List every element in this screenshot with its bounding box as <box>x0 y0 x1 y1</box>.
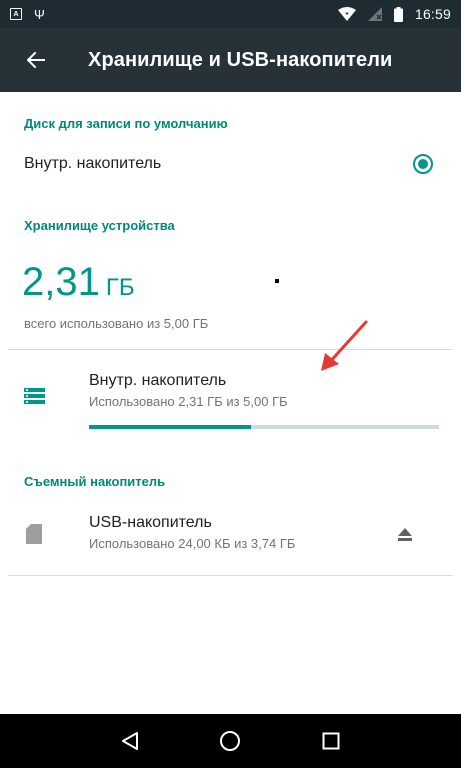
total-used-value: 2,31 <box>22 260 100 304</box>
total-used-caption: всего использовано из 5,00 ГБ <box>24 316 209 331</box>
triangle-back-icon <box>122 732 139 750</box>
total-used-unit: ГБ <box>105 274 135 301</box>
section-header-device-storage: Хранилище устройства <box>24 218 175 233</box>
status-bar-left: A Ψ <box>10 7 45 22</box>
internal-storage-summary: Использовано 2,31 ГБ из 5,00 ГБ <box>89 394 288 409</box>
usb-icon: Ψ <box>34 6 45 22</box>
app-bar: Хранилище и USB-накопители <box>0 28 461 92</box>
circle-home-icon <box>220 731 241 751</box>
nav-home-button[interactable] <box>206 717 254 765</box>
section-header-removable: Съемный накопитель <box>24 474 166 489</box>
stray-dot <box>275 279 279 283</box>
internal-storage-text: Внутр. накопитель Использовано 2,31 ГБ и… <box>89 372 288 409</box>
status-time: 16:59 <box>414 6 451 22</box>
usb-storage-row[interactable]: USB-накопитель Использовано 24,00 КБ из … <box>0 496 461 574</box>
internal-storage-progress <box>89 425 439 429</box>
default-disk-internal-option[interactable]: Внутр. накопитель <box>0 138 461 190</box>
settings-content[interactable]: Диск для записи по умолчанию Внутр. нако… <box>0 92 461 714</box>
divider <box>8 575 453 576</box>
usb-storage-text: USB-накопитель Использовано 24,00 КБ из … <box>89 514 295 551</box>
battery-icon <box>393 6 403 22</box>
notification-icon-letter: A <box>13 10 19 18</box>
status-bar-right: 16:59 <box>337 6 451 22</box>
no-signal-icon <box>367 7 382 21</box>
nav-recents-button[interactable] <box>307 717 355 765</box>
back-button[interactable] <box>0 28 72 92</box>
arrow-back-icon <box>27 52 45 68</box>
nav-back-button[interactable] <box>106 717 154 765</box>
radio-dot <box>418 159 428 169</box>
square-recents-icon <box>322 732 340 750</box>
default-disk-option-label: Внутр. накопитель <box>24 155 162 172</box>
eject-icon <box>398 527 412 541</box>
internal-storage-title: Внутр. накопитель <box>89 372 227 389</box>
usb-storage-title: USB-накопитель <box>89 514 212 531</box>
notification-icon: A <box>10 8 22 20</box>
red-annotation-arrow-icon <box>321 320 368 371</box>
wifi-icon <box>337 7 356 21</box>
page-title: Хранилище и USB-накопители <box>88 48 393 71</box>
internal-storage-progress-fill <box>89 425 251 429</box>
navigation-bar <box>0 714 461 768</box>
storage-list-icon <box>24 388 45 409</box>
radio-selected-icon[interactable] <box>413 154 433 174</box>
section-header-default-disk: Диск для записи по умолчанию <box>24 116 228 131</box>
total-used-display: 2,31 ГБ <box>22 260 135 305</box>
status-bar: A Ψ 16:59 <box>0 0 461 28</box>
usb-storage-summary: Использовано 24,00 КБ из 3,74 ГБ <box>89 536 296 551</box>
sd-card-icon <box>26 524 42 549</box>
eject-button[interactable] <box>389 518 421 550</box>
